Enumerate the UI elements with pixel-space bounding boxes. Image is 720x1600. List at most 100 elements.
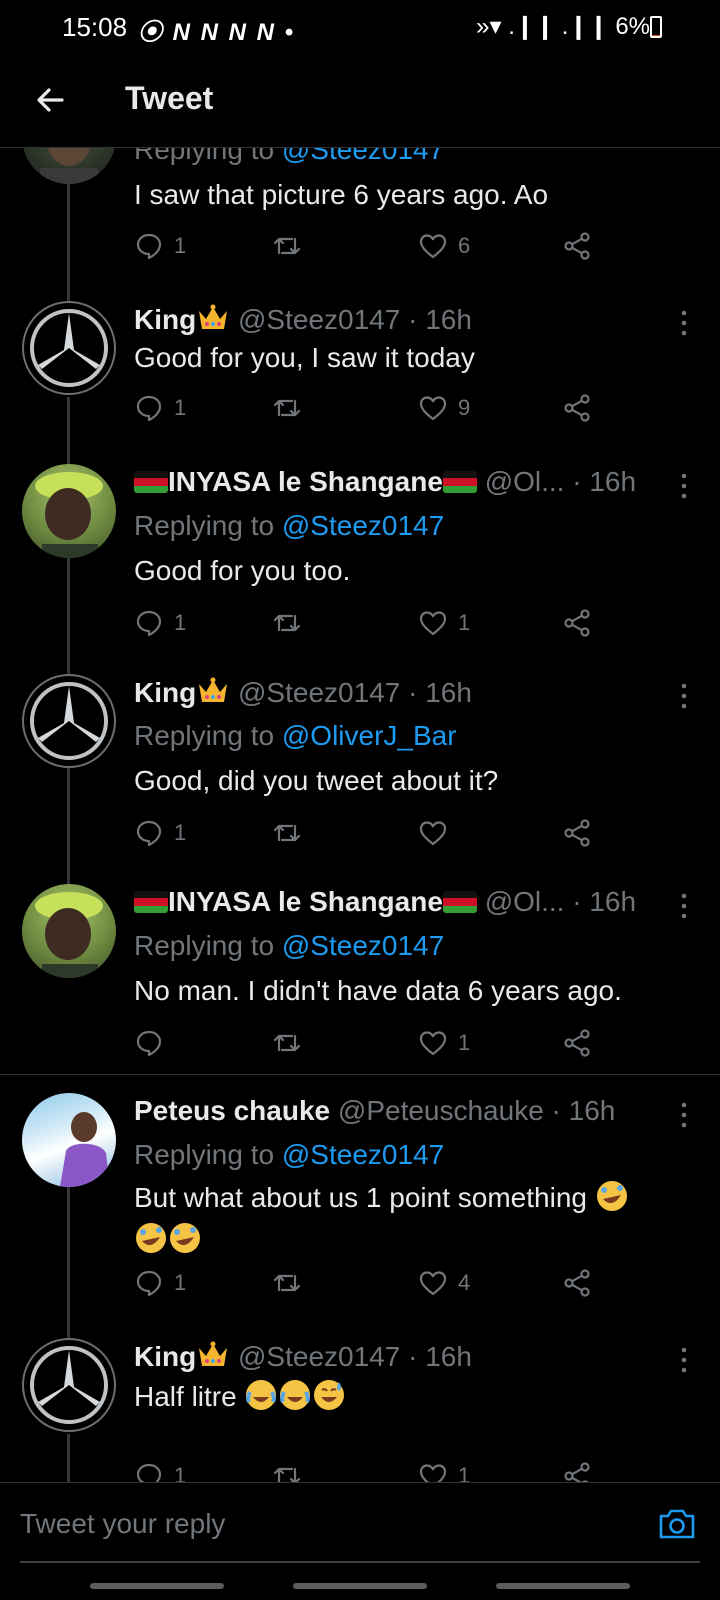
system-navigation-bar — [0, 1575, 720, 1600]
display-name[interactable]: INYASA le Shangane — [168, 466, 443, 497]
display-name[interactable]: King — [134, 1341, 196, 1372]
person-photo-icon — [60, 1112, 110, 1187]
like-button[interactable]: 1 — [418, 1025, 470, 1061]
share-button[interactable] — [562, 1458, 592, 1482]
share-button[interactable] — [562, 390, 592, 426]
avatar[interactable] — [22, 301, 116, 395]
display-name[interactable]: INYASA le Shangane — [168, 886, 443, 917]
like-button[interactable]: 9 — [418, 390, 470, 426]
tweet-item[interactable]: Peteus chauke @Peteuschauke · 16h Replyi… — [0, 1075, 720, 1318]
tweet-header: King @Steez0147 · 16h — [134, 1340, 472, 1373]
heart-icon — [419, 1271, 447, 1296]
reply-icon — [136, 820, 162, 847]
avatar[interactable] — [22, 884, 116, 978]
more-options-button[interactable] — [676, 892, 692, 920]
reply-button[interactable]: 1 — [134, 228, 186, 264]
mention-link[interactable]: @Steez0147 — [282, 148, 444, 165]
avatar[interactable] — [22, 674, 116, 768]
thread-line — [67, 397, 70, 458]
rolling-on-floor-laughing-emoji — [170, 1223, 200, 1253]
tweet-text: I saw that picture 6 years ago. Ao — [134, 179, 549, 210]
tweet-thread[interactable]: Replying to @Steez0147 I saw that pictur… — [0, 148, 720, 1482]
share-icon — [564, 1029, 590, 1057]
like-button[interactable]: 1 — [418, 1458, 470, 1482]
tweet-item[interactable]: King @Steez0147 · 16h Replying to @Olive… — [0, 668, 720, 878]
more-options-button[interactable] — [676, 1346, 692, 1374]
retweet-button[interactable] — [272, 228, 312, 264]
nav-back-handle[interactable] — [90, 1583, 224, 1589]
tweet-item[interactable]: King @Steez0147 · 16h Good for you, I sa… — [0, 293, 720, 458]
more-options-button[interactable] — [676, 682, 692, 710]
mention-link[interactable]: @Steez0147 — [282, 1139, 444, 1170]
reply-button[interactable]: 1 — [134, 1458, 186, 1482]
retweet-icon — [273, 1467, 301, 1482]
like-count: 1 — [458, 1030, 471, 1055]
reply-button[interactable]: 1 — [134, 815, 186, 851]
more-options-button[interactable] — [676, 472, 692, 500]
heart-icon — [419, 234, 447, 259]
grinning-sweat-emoji — [314, 1380, 345, 1410]
more-options-button[interactable] — [676, 1101, 692, 1129]
display-name[interactable]: King — [134, 677, 196, 708]
tweet-header: INYASA le Shangane @Ol... · 16h — [134, 466, 636, 498]
like-button[interactable] — [418, 815, 458, 851]
like-button[interactable]: 4 — [418, 1265, 470, 1301]
avatar[interactable] — [22, 464, 116, 558]
more-vertical-icon — [681, 1347, 687, 1373]
tweet-item[interactable]: Replying to @Steez0147 I saw that pictur… — [0, 148, 720, 294]
mention-link[interactable]: @OliverJ_Bar — [282, 720, 457, 751]
more-options-button[interactable] — [676, 309, 692, 337]
share-button[interactable] — [562, 1025, 592, 1061]
display-name[interactable]: Peteus chauke — [134, 1095, 330, 1126]
tweet-item[interactable]: INYASA le Shangane @Ol... · 16h Replying… — [0, 878, 720, 1074]
page-title: Tweet — [125, 80, 214, 116]
mention-link[interactable]: @Steez0147 — [282, 930, 444, 961]
share-button[interactable] — [562, 605, 592, 641]
retweet-icon — [273, 614, 301, 632]
reply-underline — [20, 1561, 700, 1563]
replying-to: Replying to @Steez0147 — [134, 1139, 444, 1171]
thread-line — [67, 1187, 70, 1318]
tweet-item[interactable]: INYASA le Shangane @Ol... · 16h Replying… — [0, 458, 720, 668]
person-photo-icon — [35, 892, 103, 978]
rolling-on-floor-laughing-emoji — [136, 1223, 166, 1253]
reply-button[interactable] — [134, 1025, 174, 1061]
share-icon — [564, 1269, 590, 1297]
heart-icon — [419, 396, 447, 421]
tweet-actions: 1 — [134, 815, 614, 851]
camera-button[interactable] — [656, 1503, 698, 1545]
more-vertical-icon — [681, 1102, 687, 1128]
tweet-item[interactable]: King @Steez0147 · 16h Half litre 1 1 — [0, 1318, 720, 1482]
reply-icon — [136, 1463, 162, 1482]
like-button[interactable]: 6 — [418, 228, 470, 264]
share-button[interactable] — [562, 1265, 592, 1301]
retweet-button[interactable] — [272, 1025, 312, 1061]
thread-line — [67, 1434, 70, 1482]
status-bar: 15:08 ⦿ N N N N • »▾ .❙❙ .❙❙ 6% — [0, 0, 720, 56]
mention-link[interactable]: @Steez0147 — [282, 510, 444, 541]
reply-button[interactable]: 1 — [134, 605, 186, 641]
tears-of-joy-emoji — [280, 1380, 311, 1410]
reply-button[interactable]: 1 — [134, 1265, 186, 1301]
retweet-button[interactable] — [272, 815, 312, 851]
like-button[interactable]: 1 — [418, 605, 470, 641]
avatar[interactable] — [22, 148, 116, 184]
share-button[interactable] — [562, 228, 592, 264]
avatar[interactable] — [22, 1338, 116, 1432]
nav-home-handle[interactable] — [293, 1583, 427, 1589]
nav-recents-handle[interactable] — [496, 1583, 630, 1589]
retweet-icon — [273, 824, 301, 842]
retweet-button[interactable] — [272, 605, 312, 641]
retweet-button[interactable] — [272, 1265, 312, 1301]
mercedes-star-icon — [30, 1346, 108, 1424]
reply-icon — [136, 1030, 162, 1057]
back-button[interactable] — [28, 78, 72, 122]
replying-to: Replying to @Steez0147 — [134, 930, 444, 962]
display-name[interactable]: King — [134, 304, 196, 335]
reply-input[interactable] — [20, 1495, 620, 1553]
avatar[interactable] — [22, 1093, 116, 1187]
share-button[interactable] — [562, 815, 592, 851]
reply-button[interactable]: 1 — [134, 390, 186, 426]
retweet-button[interactable] — [272, 1458, 312, 1482]
retweet-button[interactable] — [272, 390, 312, 426]
